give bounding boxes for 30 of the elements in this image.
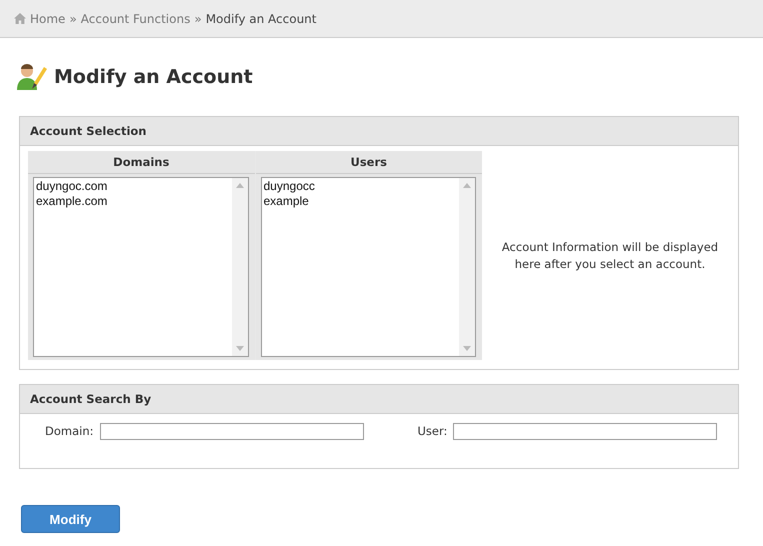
scroll-up-icon[interactable]	[463, 183, 471, 188]
breadcrumb-separator: »	[194, 12, 202, 26]
input-field[interactable]	[453, 422, 718, 440]
breadcrumb-separator: »	[69, 12, 77, 26]
scroll-down-icon[interactable]	[236, 346, 244, 351]
scrollbar[interactable]	[459, 178, 475, 356]
scroll-down-icon[interactable]	[463, 346, 471, 351]
field-label: User:	[418, 424, 448, 438]
breadcrumb-link[interactable]: Home	[30, 12, 66, 26]
list-option[interactable]: duyngocc	[264, 179, 457, 194]
scroll-up-icon[interactable]	[236, 183, 244, 188]
input-field[interactable]	[100, 422, 364, 440]
column-header: Domains	[28, 151, 254, 174]
field-label: Domain:	[45, 424, 94, 438]
panel-title: Account Selection	[30, 124, 146, 138]
home-icon	[14, 13, 26, 24]
info-text: Account Information will be displayed here after you select an account.	[500, 238, 720, 272]
page-title: Modify an Account	[54, 66, 253, 88]
modify-button[interactable]: Modify	[21, 505, 120, 533]
scrollbar[interactable]	[232, 178, 248, 356]
list-box[interactable]: duyngocc example	[260, 177, 476, 357]
breadcrumb-current: Modify an Account	[206, 12, 316, 26]
list-box[interactable]: duyngoc.com example.com	[33, 177, 248, 357]
list-option[interactable]: duyngoc.com	[36, 179, 230, 194]
list-option[interactable]: example.com	[36, 194, 230, 209]
column-header: Users	[256, 151, 482, 174]
list-option[interactable]: example	[264, 194, 457, 209]
user-pencil-icon	[17, 63, 47, 91]
breadcrumb-link[interactable]: Account Functions	[80, 12, 190, 26]
panel-title: Account Search By	[30, 392, 152, 406]
